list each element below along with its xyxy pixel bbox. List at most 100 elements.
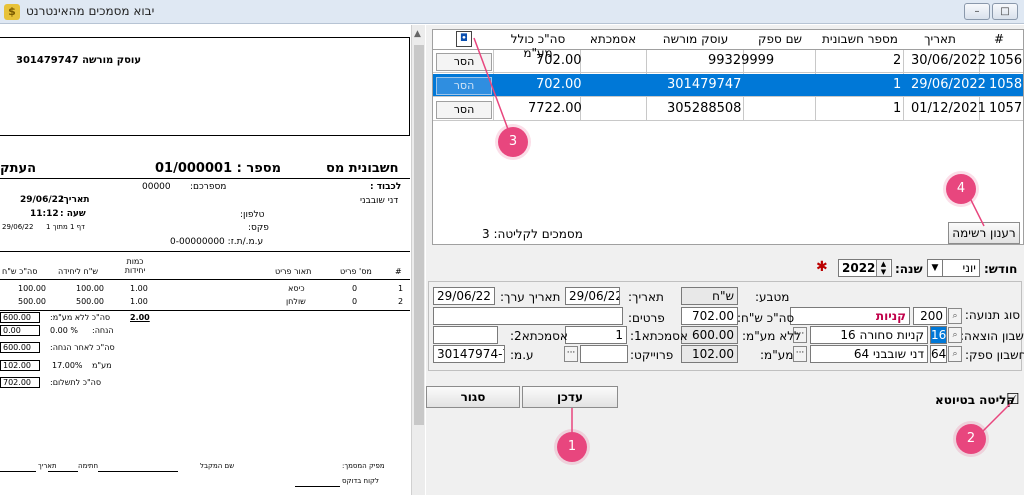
grid-col-dealer[interactable]: עוסק מורשה	[648, 32, 743, 49]
preview-scrollbar[interactable]: ▲	[411, 25, 425, 495]
vat-pct: 17.00%	[52, 361, 83, 370]
discount-value: 0.00	[0, 325, 40, 336]
title-bar: $ יבוא מסמכים מהאינטרנט – □	[0, 0, 1024, 24]
mesparkam-label: מספרכם:	[190, 182, 226, 192]
grid-row-selected[interactable]: 1058 29/06/2022 1 301479747 702.00	[433, 74, 1023, 97]
col-total: סה"כ ש"ח	[2, 267, 37, 276]
minimize-button[interactable]: –	[964, 3, 990, 20]
scroll-thumb[interactable]	[414, 45, 424, 425]
sign-line	[0, 471, 36, 472]
to-pay: 702.00	[0, 377, 40, 388]
callout-marker: 2	[956, 424, 986, 454]
supplier-lookup-icon[interactable]: ⌕	[948, 346, 962, 362]
details-field[interactable]	[433, 307, 623, 325]
customer-name: דני שובבני	[360, 196, 398, 206]
footer-date: תאריך	[38, 462, 57, 470]
callout-marker: 1	[557, 432, 587, 462]
heading-line	[0, 178, 410, 179]
row-unit: 500.00	[76, 297, 104, 306]
trx-type-code[interactable]: 200	[913, 307, 947, 325]
cell-invoice: 1	[893, 77, 901, 92]
grid-row[interactable]: 1057 01/12/2021 1 305288508 7722.00	[433, 98, 1023, 121]
app-icon: $	[4, 4, 20, 20]
trx-type-name[interactable]: קניות	[790, 307, 910, 325]
project-more-button[interactable]: ···	[564, 346, 578, 362]
date-field[interactable]: 29/06/22	[565, 287, 620, 305]
close-button[interactable]: סגור	[426, 386, 520, 408]
row-qty: 1.00	[130, 284, 148, 293]
expense-code[interactable]: 16	[930, 326, 947, 344]
cell-id: 1058	[989, 77, 1022, 92]
grid-settings-icon[interactable]: ◘	[456, 31, 472, 47]
expense-name[interactable]: קניות סחורה 16	[810, 326, 928, 344]
discount-label: הנחה:	[92, 326, 114, 335]
after-discount-label: סה"כ לאחר הנחה:	[50, 343, 115, 352]
footer-receiver: שם המקבל	[200, 462, 234, 470]
year-spin-icon[interactable]: ▲▼	[876, 260, 890, 276]
grid-col-invoice[interactable]: מספר חשבונית	[815, 32, 905, 49]
vat-label: מע"מ:	[760, 348, 793, 362]
page-info: דף 1 מתוך 1	[46, 223, 85, 231]
project-field[interactable]	[580, 345, 628, 363]
trx-type-lookup-icon[interactable]: ⌕	[948, 308, 962, 324]
cell-invoice: 1	[893, 101, 901, 116]
grid-col-id[interactable]: #	[985, 32, 1013, 49]
supplier-more-button[interactable]: ···	[793, 346, 807, 362]
supplier-name[interactable]: דני שובבני 64	[810, 345, 928, 363]
cell-date: 01/12/2021	[911, 101, 986, 116]
remove-button[interactable]: הסר	[436, 77, 492, 95]
box-top-line	[0, 37, 410, 38]
footer-issuer: מפיק המסמך:	[342, 462, 385, 470]
value-date-field[interactable]: 29/06/22	[433, 287, 495, 305]
cell-date: 30/06/2022	[911, 53, 986, 68]
month-select[interactable]: יוני	[942, 259, 980, 277]
cell-id: 1057	[989, 101, 1022, 116]
vat-id-field[interactable]: 30147974-7	[433, 345, 505, 363]
scroll-up-icon[interactable]: ▲	[414, 29, 421, 39]
cell-id: 1056	[989, 53, 1022, 68]
supplier-code[interactable]: 64	[930, 345, 947, 363]
remove-button[interactable]: הסר	[436, 53, 492, 71]
cell-invoice: 2	[893, 53, 901, 68]
no-vat-field: 600.00	[681, 326, 738, 344]
remove-button[interactable]: הסר	[436, 101, 492, 119]
cell-dealer: 301479747	[667, 77, 741, 92]
ref1-field[interactable]: 1	[565, 326, 627, 344]
total-label: סה"כ ש"ח:	[737, 311, 794, 325]
ref1-label: אסמכתא1:	[630, 329, 688, 343]
callout-marker: 3	[498, 127, 528, 157]
expense-lookup-icon[interactable]: ⌕	[948, 327, 962, 343]
ref2-label: אסמכתא2:	[510, 329, 568, 343]
grid-col-date[interactable]: תאריך	[905, 32, 975, 49]
row-number: 2	[398, 297, 403, 306]
table-header-line	[0, 279, 410, 280]
grid-col-supplier[interactable]: שם ספק	[745, 32, 815, 49]
col-item: מס' פריט	[340, 267, 372, 276]
grid-row[interactable]: 1056 30/06/2022 2 99329999 702.00	[433, 50, 1023, 73]
ref2-field[interactable]	[433, 326, 498, 344]
no-vat-label: ללא מע"מ:	[742, 329, 801, 343]
doc-type: חשבונית מס	[326, 161, 399, 176]
bug-icon[interactable]: ✱	[816, 259, 832, 275]
grid-col-reference[interactable]: אסמכתא	[580, 32, 646, 49]
cell-dealer: 99329999	[708, 53, 774, 68]
row-unit: 100.00	[76, 284, 104, 293]
total-field[interactable]: 702.00	[681, 307, 738, 325]
cell-total: 702.00	[536, 77, 582, 92]
row-total: 500.00	[18, 297, 46, 306]
date-value: 29/06/22	[20, 195, 64, 205]
row-number: 1	[398, 284, 403, 293]
refresh-list-button[interactable]: רענון רשימה	[948, 222, 1020, 244]
update-button[interactable]: עדכן	[522, 386, 618, 408]
page-date: 29/06/22	[2, 223, 33, 231]
phone-label: טלפון:	[240, 210, 265, 220]
expense-label: חשבון הוצאה:	[960, 329, 1024, 343]
grid-col-total[interactable]: סה"כ כולל מע"מ	[496, 32, 580, 49]
month-dropdown-arrow[interactable]: ▼	[927, 259, 943, 277]
trial-label: קליטה בטיוטא	[935, 393, 1015, 407]
time-label: שעה :	[60, 209, 86, 219]
project-label: פרוייקט:	[630, 348, 673, 362]
table-bottom-line	[0, 310, 410, 311]
maximize-button[interactable]: □	[992, 3, 1018, 20]
year-label: שנה:	[895, 262, 923, 276]
